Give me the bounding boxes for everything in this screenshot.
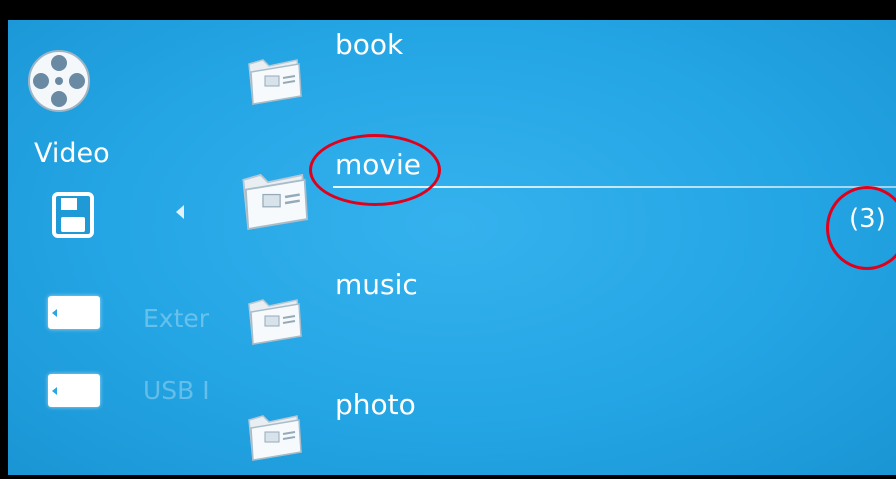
folder-icon[interactable] bbox=[236, 162, 312, 232]
highlight-ring-count bbox=[826, 186, 896, 270]
sd-card-icon[interactable] bbox=[48, 296, 100, 329]
source-usb[interactable]: USB I bbox=[143, 376, 210, 405]
highlight-ring-movie bbox=[309, 134, 441, 206]
film-reel-icon bbox=[28, 50, 90, 112]
usb-card-icon[interactable] bbox=[48, 374, 100, 407]
folder-book[interactable]: book bbox=[335, 28, 403, 61]
folder-icon[interactable] bbox=[243, 50, 305, 106]
floppy-disk-icon[interactable] bbox=[52, 192, 94, 238]
folder-music[interactable]: music bbox=[335, 268, 418, 301]
folder-icon[interactable] bbox=[243, 290, 305, 346]
folder-photo[interactable]: photo bbox=[335, 388, 416, 421]
category-label: Video bbox=[34, 138, 110, 169]
back-arrow-icon[interactable] bbox=[176, 205, 184, 219]
source-external[interactable]: Exter bbox=[143, 304, 209, 333]
folder-icon[interactable] bbox=[243, 406, 305, 462]
media-browser-screen: Video Exter USB I book movie (3) music p… bbox=[8, 20, 896, 475]
